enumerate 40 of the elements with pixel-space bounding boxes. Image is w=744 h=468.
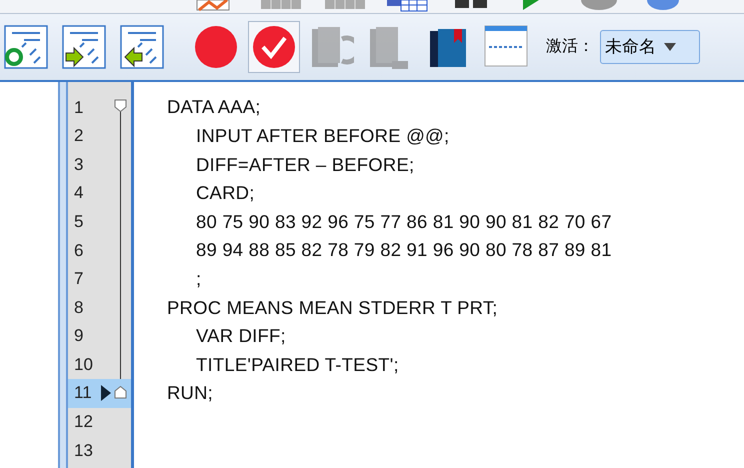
dataset-dropdown[interactable]: 未命名 — [600, 30, 700, 64]
grid-icon[interactable] — [323, 0, 367, 12]
splitter[interactable] — [58, 82, 68, 468]
indent-icon — [62, 25, 106, 69]
code-line: CARD; — [196, 181, 255, 206]
grid-icon[interactable] — [259, 0, 303, 12]
code-line: INPUT AFTER BEFORE @@; — [196, 124, 450, 148]
line-number: 11 — [74, 382, 92, 404]
code-line: ; — [196, 266, 202, 291]
line-number: 1 — [74, 96, 84, 119]
caret-icon — [664, 43, 676, 51]
refresh-list-icon — [4, 25, 48, 69]
line-number: 3 — [74, 154, 84, 176]
line-number: 8 — [74, 296, 84, 319]
code-line: DATA AAA; — [167, 95, 261, 120]
pages-icon — [310, 25, 354, 69]
line-number: 7 — [74, 268, 84, 290]
check-icon — [252, 25, 296, 69]
line-number: 9 — [74, 325, 84, 348]
outdent-icon — [120, 25, 164, 69]
fold-end-icon — [114, 386, 127, 399]
line-number: 10 — [74, 354, 93, 376]
code-line: PROC MEANS MEAN STDERR T PRT; — [167, 296, 498, 320]
page-icon — [484, 25, 528, 69]
code-line: VAR DIFF; — [196, 324, 286, 348]
line-number: 13 — [74, 440, 93, 462]
code-line: TITLE'PAIRED T-TEST'; — [196, 352, 399, 377]
code-line: 80 75 90 83 92 96 75 77 86 81 90 90 81 82 70 67 — [196, 210, 612, 234]
code-line: DIFF=AFTER – BEFORE; — [196, 152, 414, 177]
activate-label: 激活： — [546, 37, 594, 57]
fold-start-icon — [114, 99, 127, 112]
code-line: 89 94 88 85 82 78 79 82 91 96 90 80 78 87 89 81 — [196, 238, 612, 262]
code-line: RUN; — [167, 381, 214, 406]
line-number: 5 — [74, 210, 84, 233]
current-line-icon — [101, 385, 111, 402]
line-number: 12 — [74, 411, 93, 434]
record-icon — [194, 25, 238, 69]
line-number: 6 — [74, 240, 84, 262]
line-number: 4 — [74, 182, 84, 204]
line-number: 2 — [74, 125, 84, 148]
